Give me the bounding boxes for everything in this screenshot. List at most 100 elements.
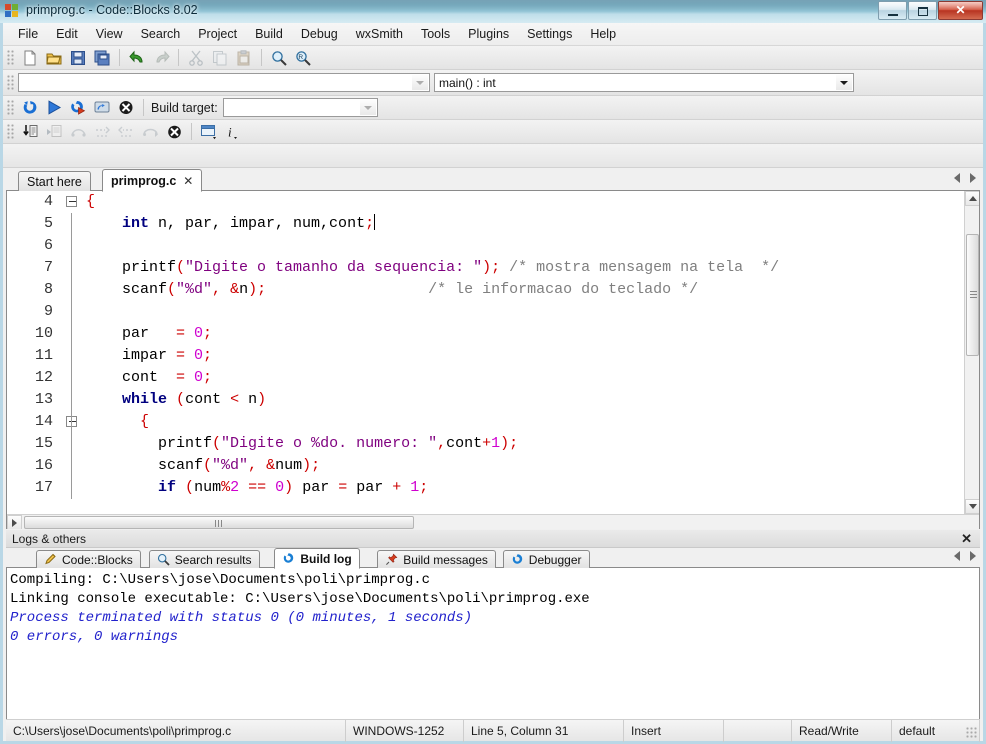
redo-icon[interactable] — [150, 47, 172, 68]
step-out-icon[interactable] — [115, 121, 137, 142]
fold-margin[interactable] — [62, 389, 84, 411]
code-editor[interactable]: 4{5 int n, par, impar, num,cont;67 print… — [6, 191, 980, 529]
fold-margin[interactable] — [62, 257, 84, 279]
fold-margin[interactable] — [62, 213, 84, 235]
new-file-icon[interactable] — [19, 47, 41, 68]
paste-icon[interactable] — [233, 47, 255, 68]
code-line[interactable]: 17 if (num%2 == 0) par = par + 1; — [7, 477, 964, 499]
various-info-icon[interactable]: i — [222, 121, 244, 142]
menu-plugins[interactable]: Plugins — [459, 25, 518, 43]
editor-tab-primprog-c[interactable]: primprog.c✕ — [102, 169, 202, 192]
next-line-icon[interactable] — [67, 121, 89, 142]
menu-project[interactable]: Project — [189, 25, 246, 43]
next-tab-arrow[interactable] — [970, 173, 976, 183]
fold-margin[interactable] — [62, 455, 84, 477]
toolbar-grip[interactable] — [7, 75, 15, 91]
toolbar-grip[interactable] — [7, 100, 15, 116]
code-line[interactable]: 15 printf("Digite o %do. numero: ",cont+… — [7, 433, 964, 455]
fold-margin[interactable] — [62, 477, 84, 499]
chevron-down-icon[interactable] — [360, 100, 376, 115]
scroll-down-arrow[interactable] — [965, 499, 980, 514]
close-button[interactable]: ✕ — [938, 1, 983, 20]
menu-wxsmith[interactable]: wxSmith — [347, 25, 412, 43]
build-log-output[interactable]: Compiling: C:\Users\jose\Documents\poli\… — [6, 568, 980, 735]
copy-icon[interactable] — [209, 47, 231, 68]
stop-debugger-icon[interactable] — [163, 121, 185, 142]
code-line[interactable]: 14 { — [7, 411, 964, 433]
code-line[interactable]: 7 printf("Digite o tamanho da sequencia:… — [7, 257, 964, 279]
horizontal-scroll-thumb[interactable] — [24, 516, 414, 529]
fold-margin[interactable] — [62, 411, 84, 433]
step-into-icon[interactable] — [91, 121, 113, 142]
maximize-button[interactable] — [908, 1, 937, 20]
code-line[interactable]: 12 cont = 0; — [7, 367, 964, 389]
logs-tab-debugger[interactable]: Debugger — [503, 550, 590, 568]
menu-settings[interactable]: Settings — [518, 25, 581, 43]
code-line[interactable]: 16 scanf("%d", &num); — [7, 455, 964, 477]
fold-collapse-icon[interactable] — [66, 196, 77, 207]
minimize-button[interactable] — [878, 1, 907, 20]
fold-margin[interactable] — [62, 301, 84, 323]
code-text-area[interactable]: 4{5 int n, par, impar, num,cont;67 print… — [7, 191, 964, 514]
resize-grip[interactable] — [966, 727, 978, 739]
toolbar-grip[interactable] — [7, 50, 15, 66]
save-icon[interactable] — [67, 47, 89, 68]
fold-margin[interactable] — [62, 191, 84, 213]
scroll-right-arrow[interactable] — [7, 515, 22, 529]
logs-tab-build-log[interactable]: Build log — [274, 548, 359, 569]
logs-tab-code-blocks[interactable]: Code::Blocks — [36, 550, 141, 568]
logs-tab-search-results[interactable]: Search results — [149, 550, 260, 568]
menu-view[interactable]: View — [87, 25, 132, 43]
scope-combo[interactable] — [18, 73, 430, 92]
run-to-cursor-icon[interactable] — [43, 121, 65, 142]
code-line[interactable]: 9 — [7, 301, 964, 323]
close-icon[interactable]: ✕ — [183, 174, 193, 188]
fold-margin[interactable] — [62, 367, 84, 389]
debug-continue-icon[interactable] — [19, 121, 41, 142]
build-icon[interactable] — [19, 97, 41, 118]
logs-tab-build-messages[interactable]: Build messages — [377, 550, 496, 568]
code-line[interactable]: 6 — [7, 235, 964, 257]
vertical-scroll-thumb[interactable] — [966, 234, 979, 356]
menu-edit[interactable]: Edit — [47, 25, 87, 43]
build-target-combo[interactable] — [223, 98, 378, 117]
debugging-windows-icon[interactable] — [198, 121, 220, 142]
menu-help[interactable]: Help — [581, 25, 625, 43]
menu-debug[interactable]: Debug — [292, 25, 347, 43]
find-icon[interactable] — [268, 47, 290, 68]
rebuild-icon[interactable] — [91, 97, 113, 118]
fold-margin[interactable] — [62, 345, 84, 367]
code-line[interactable]: 5 int n, par, impar, num,cont; — [7, 213, 964, 235]
build-and-run-icon[interactable] — [67, 97, 89, 118]
symbol-combo[interactable]: main() : int — [434, 73, 854, 92]
run-icon[interactable] — [43, 97, 65, 118]
prev-tab-arrow[interactable] — [954, 173, 960, 183]
menu-search[interactable]: Search — [132, 25, 190, 43]
toolbar-grip[interactable] — [7, 124, 15, 140]
menu-build[interactable]: Build — [246, 25, 292, 43]
next-log-tab-arrow[interactable] — [970, 551, 976, 561]
open-file-icon[interactable] — [43, 47, 65, 68]
close-icon[interactable]: ✕ — [961, 531, 972, 547]
fold-margin[interactable] — [62, 279, 84, 301]
editor-vertical-scrollbar[interactable] — [964, 191, 979, 514]
save-all-icon[interactable] — [91, 47, 113, 68]
next-instruction-icon[interactable] — [139, 121, 161, 142]
code-line[interactable]: 8 scanf("%d", &n); /* le informacao do t… — [7, 279, 964, 301]
menu-tools[interactable]: Tools — [412, 25, 459, 43]
code-line[interactable]: 4{ — [7, 191, 964, 213]
undo-icon[interactable] — [126, 47, 148, 68]
cut-icon[interactable] — [185, 47, 207, 68]
prev-log-tab-arrow[interactable] — [954, 551, 960, 561]
fold-margin[interactable] — [62, 433, 84, 455]
editor-tab-start-here[interactable]: Start here — [18, 171, 91, 191]
editor-horizontal-scrollbar[interactable] — [7, 514, 979, 529]
chevron-down-icon[interactable] — [836, 75, 852, 90]
scroll-up-arrow[interactable] — [965, 191, 980, 206]
chevron-down-icon[interactable] — [412, 75, 428, 90]
fold-margin[interactable] — [62, 235, 84, 257]
abort-icon[interactable] — [115, 97, 137, 118]
fold-margin[interactable] — [62, 323, 84, 345]
menu-file[interactable]: File — [9, 25, 47, 43]
replace-icon[interactable]: R — [292, 47, 314, 68]
